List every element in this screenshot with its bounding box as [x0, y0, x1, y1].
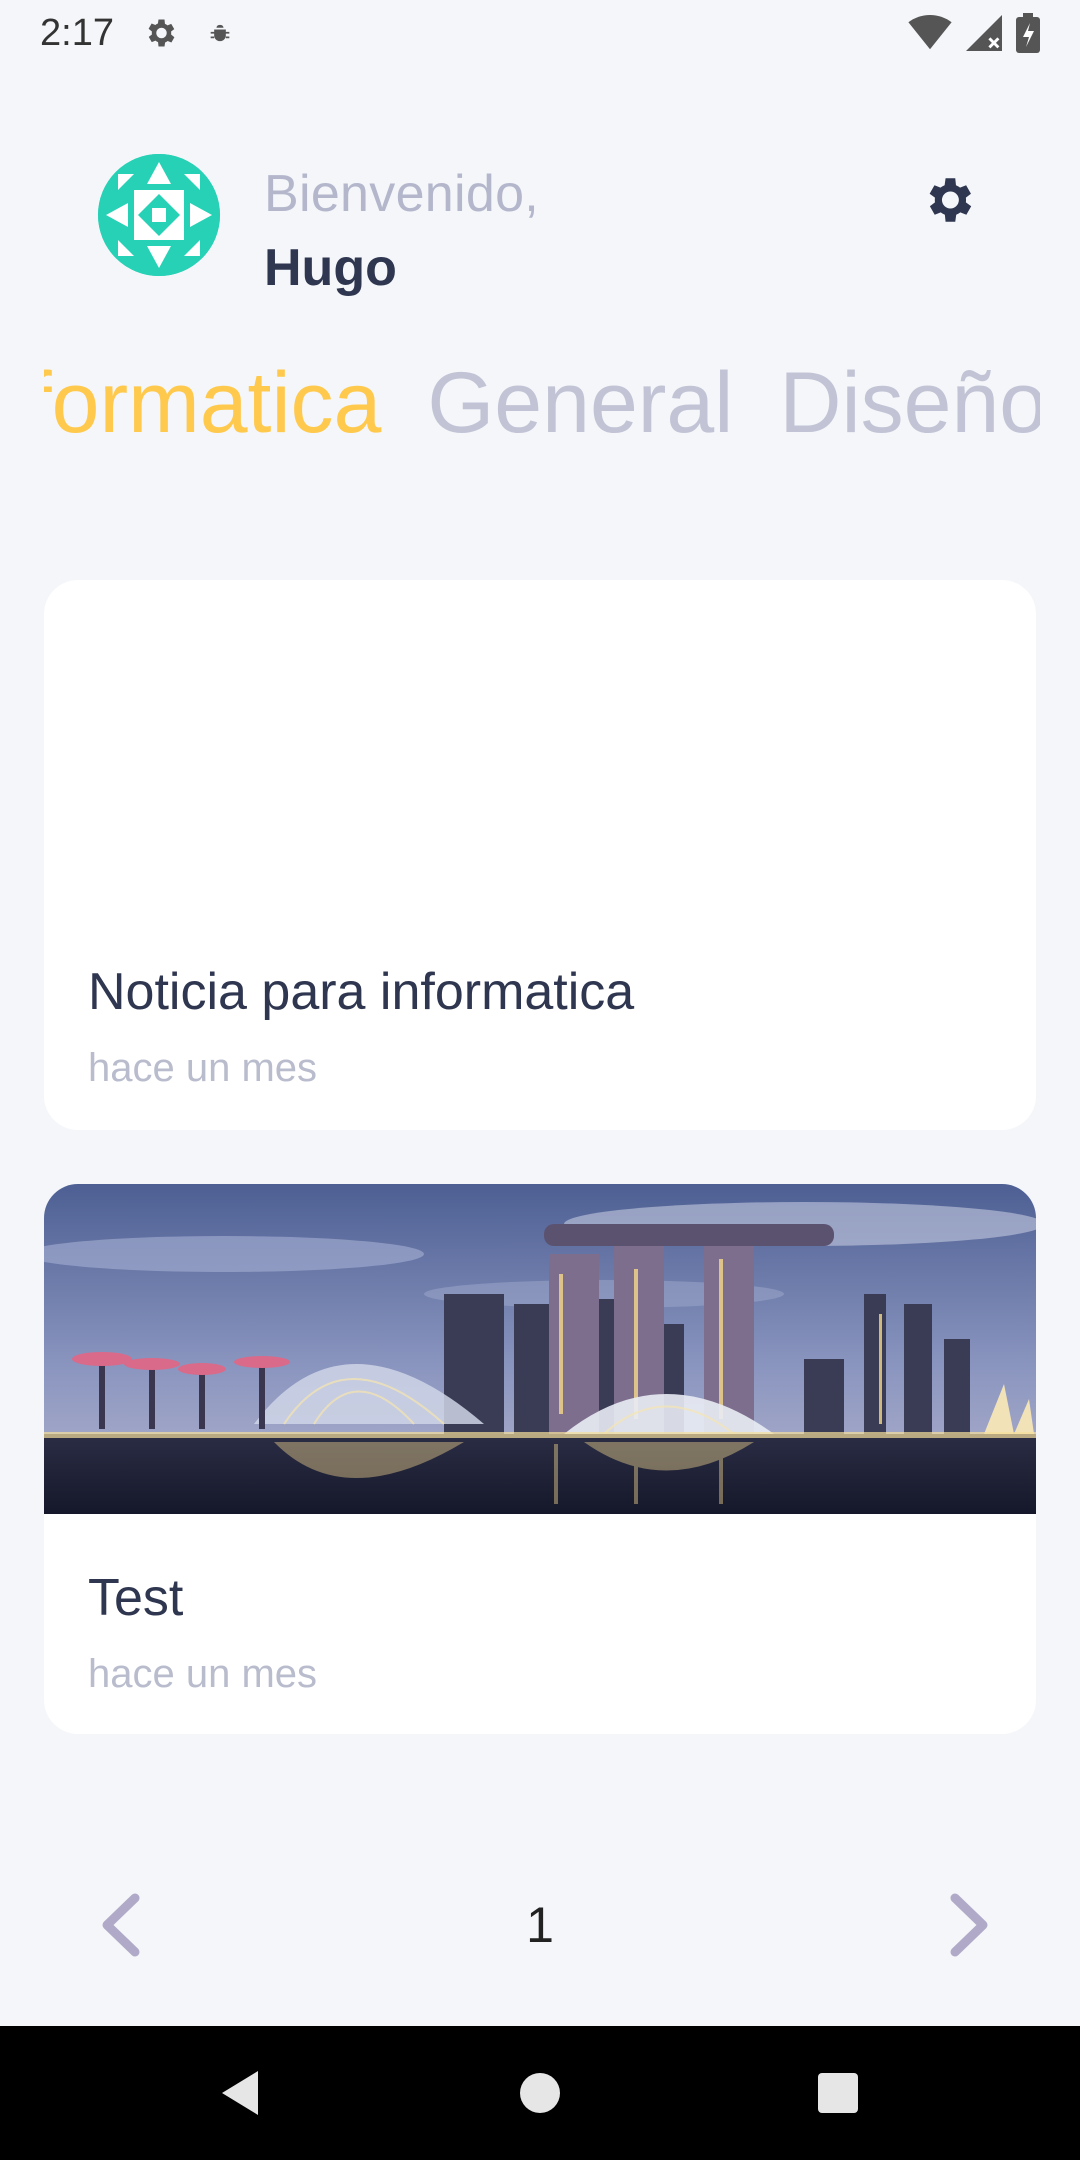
settings-button[interactable] — [918, 170, 978, 230]
settings-notification-icon — [142, 15, 178, 51]
news-date: hace un mes — [88, 1046, 318, 1090]
category-tabs-track: Informatica General Diseño industrial — [44, 348, 1040, 458]
wifi-icon — [908, 15, 952, 51]
chevron-right-icon — [950, 1893, 988, 1957]
status-right — [908, 13, 1040, 53]
chevron-left-icon — [102, 1893, 140, 1957]
back-triangle-icon — [222, 2071, 258, 2115]
header: Bienvenido, Hugo — [0, 140, 1080, 300]
status-bar: 2:17 — [0, 0, 1080, 66]
pagination: 1 — [0, 1880, 1080, 1970]
home-button[interactable] — [480, 2026, 600, 2160]
news-image — [44, 1184, 1036, 1514]
debug-icon — [206, 19, 234, 47]
welcome-text: Bienvenido, — [264, 165, 540, 223]
tab-diseno-industrial[interactable]: Diseño industrial — [779, 348, 1040, 458]
user-name: Hugo — [264, 239, 397, 297]
back-button[interactable] — [180, 2026, 300, 2160]
cell-signal-icon — [966, 15, 1002, 51]
next-page-button[interactable] — [930, 1880, 1010, 1970]
home-circle-icon — [520, 2073, 560, 2113]
news-card[interactable]: Test hace un mes — [44, 1184, 1036, 1734]
news-title: Noticia para informatica — [88, 963, 635, 1021]
recent-apps-square-icon — [818, 2073, 858, 2113]
navigation-bar — [0, 2026, 1080, 2160]
battery-icon — [1016, 13, 1040, 53]
tab-general[interactable]: General — [427, 348, 733, 458]
avatar[interactable] — [98, 154, 220, 276]
status-time: 2:17 — [40, 11, 114, 54]
avatar-pattern-icon — [98, 154, 220, 276]
category-tabs: Informatica General Diseño industrial — [44, 348, 1040, 458]
recent-apps-button[interactable] — [778, 2026, 898, 2160]
news-title: Test — [88, 1569, 184, 1627]
news-date: hace un mes — [88, 1652, 318, 1696]
news-card[interactable]: Noticia para informatica hace un mes — [44, 580, 1036, 1130]
previous-page-button[interactable] — [80, 1880, 160, 1970]
tab-informatica[interactable]: Informatica — [44, 348, 381, 458]
gear-icon — [929, 178, 972, 222]
page-number: 1 — [526, 1897, 554, 1953]
status-left: 2:17 — [40, 12, 234, 55]
